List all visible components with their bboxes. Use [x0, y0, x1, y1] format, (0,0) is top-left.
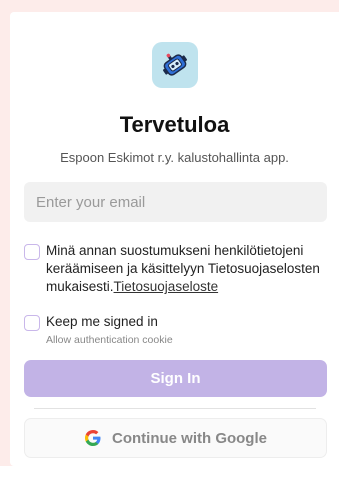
page-footer-strip [0, 466, 339, 478]
robot-icon [163, 53, 187, 76]
keep-signed-in-hint: Allow authentication cookie [46, 334, 173, 346]
page-title: Tervetuloa [119, 112, 230, 137]
consent-text: Minä annan suostumukseni henkilötietojen… [46, 242, 336, 296]
sign-in-button[interactable]: Sign In [24, 360, 327, 397]
privacy-policy-link[interactable]: Tietosuojaseloste [114, 279, 219, 294]
keep-signed-in-label: Keep me signed in [46, 314, 158, 329]
email-input[interactable] [24, 182, 327, 222]
keep-signed-in-checkbox[interactable] [24, 315, 40, 331]
app-logo [152, 42, 198, 88]
google-g-icon [85, 430, 101, 446]
google-sign-in-button[interactable]: Continue with Google [24, 418, 327, 458]
consent-checkbox[interactable] [24, 244, 40, 260]
google-button-label: Continue with Google [112, 429, 267, 447]
divider [34, 408, 316, 409]
page-subtitle: Espoon Eskimot r.y. kalustohallinta app. [60, 150, 289, 165]
login-card: Tervetuloa Espoon Eskimot r.y. kalustoha… [10, 12, 339, 466]
